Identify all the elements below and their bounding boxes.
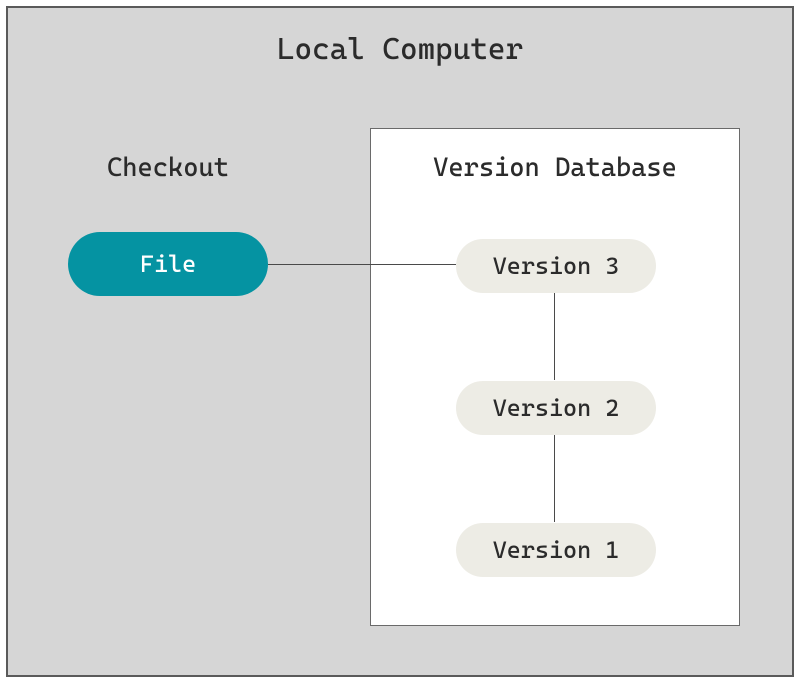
version-2-node: Version 2 xyxy=(456,381,656,435)
version-3-label: Version 3 xyxy=(493,252,620,280)
version-2-label: Version 2 xyxy=(493,394,620,422)
local-computer-frame: Local Computer Checkout File Version Dat… xyxy=(6,6,794,677)
checkout-label: Checkout xyxy=(68,153,268,183)
diagram-title: Local Computer xyxy=(8,32,792,67)
file-node-label: File xyxy=(140,250,196,278)
connector-v3-to-v2 xyxy=(554,292,555,380)
version-1-node: Version 1 xyxy=(456,523,656,577)
version-database-frame: Version Database Version 3 Version 2 Ver… xyxy=(370,128,740,626)
version-3-node: Version 3 xyxy=(456,239,656,293)
version-1-label: Version 1 xyxy=(493,536,620,564)
file-node: File xyxy=(68,232,268,296)
connector-v2-to-v1 xyxy=(554,434,555,522)
connector-file-to-v3 xyxy=(268,264,456,265)
version-database-title: Version Database xyxy=(371,153,739,183)
